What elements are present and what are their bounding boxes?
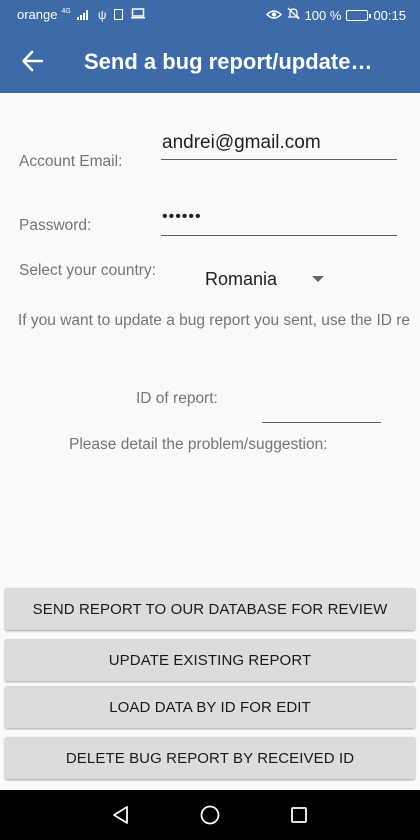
page-title: Send a bug report/update…	[84, 49, 373, 74]
clock: 00:15	[373, 7, 406, 23]
battery-percent: 100 %	[304, 7, 342, 23]
arrow-left-icon	[22, 50, 44, 72]
password-field[interactable]: ••••••	[161, 208, 397, 236]
report-id-label: ID of report:	[136, 390, 218, 407]
screen-icon	[131, 7, 146, 22]
app-bar: Send a bug report/update…	[0, 29, 420, 93]
country-label: Select your country:	[19, 262, 156, 279]
dropdown-caret-icon	[312, 276, 324, 282]
status-right: 100 % 00:15	[265, 7, 406, 23]
email-label: Account Email:	[19, 153, 123, 170]
load-data-button[interactable]: LOAD DATA BY ID FOR EDIT	[5, 686, 415, 728]
circle-home-icon	[200, 805, 220, 825]
password-label: Password:	[19, 217, 92, 234]
status-bar: orange 4G ψ 100 % 00:15	[0, 0, 420, 29]
update-report-button[interactable]: UPDATE EXISTING REPORT	[5, 639, 415, 681]
mute-bell-icon	[287, 7, 300, 23]
email-field[interactable]: andrei@gmail.com	[161, 132, 397, 160]
status-left: orange 4G ψ	[17, 7, 146, 22]
triangle-back-icon	[113, 806, 128, 824]
nav-back-button[interactable]	[105, 800, 135, 830]
carrier-name: orange	[17, 7, 58, 22]
info-text: If you want to update a bug report you s…	[18, 312, 411, 329]
eye-icon	[265, 8, 282, 23]
usb-icon: ψ	[97, 7, 107, 22]
nav-bar	[0, 790, 420, 840]
square-recents-icon	[291, 807, 307, 823]
sim-icon	[114, 9, 124, 20]
nav-home-button[interactable]	[195, 800, 225, 830]
signal-icon	[76, 9, 88, 20]
network-type: 4G	[61, 7, 71, 15]
delete-report-button[interactable]: DELETE BUG REPORT BY RECEIVED ID	[5, 737, 415, 779]
nav-recents-button[interactable]	[284, 800, 314, 830]
back-button[interactable]	[14, 43, 50, 79]
send-report-button[interactable]: SEND REPORT TO OUR DATABASE FOR REVIEW	[5, 588, 415, 630]
battery-icon	[346, 9, 372, 21]
country-selected-value: Romania	[205, 269, 278, 289]
report-id-input[interactable]	[262, 398, 381, 423]
country-dropdown[interactable]: Romania	[205, 267, 335, 293]
detail-label: Please detail the problem/suggestion:	[69, 436, 328, 453]
